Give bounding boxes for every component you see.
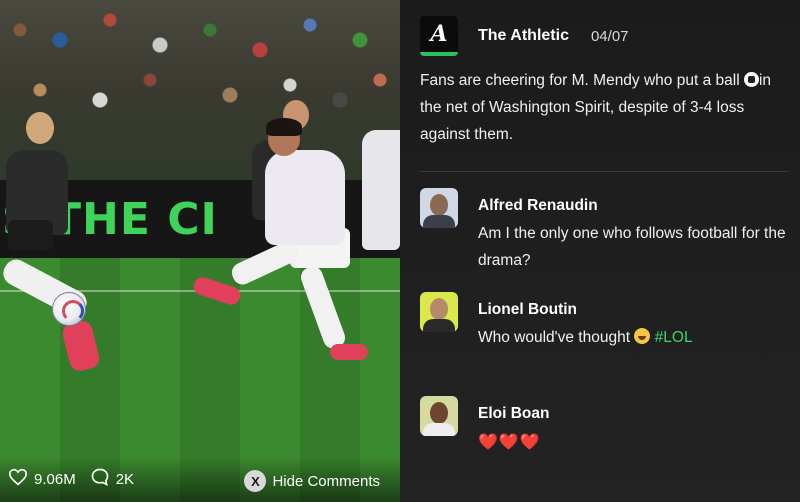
hide-comments-button[interactable]: X Hide Comments: [244, 470, 380, 492]
soccer-ball-icon: [743, 72, 759, 87]
like-stat[interactable]: 9.06M: [8, 468, 76, 490]
comment-item: Eloi Boan ❤️❤️❤️: [420, 396, 798, 455]
avatar-head: [430, 194, 448, 216]
comment-stat[interactable]: 2K: [90, 467, 134, 491]
logo-letter: A: [430, 21, 448, 47]
player-dark-left-shorts: [8, 220, 53, 250]
avatar-shoulders: [423, 319, 455, 332]
player-main-boot: [330, 344, 368, 360]
comment-count: 2K: [115, 470, 135, 488]
x-button-icon: X: [244, 470, 267, 492]
hide-comments-label: Hide Comments: [272, 472, 380, 490]
hashtag-link[interactable]: #LOL: [655, 329, 693, 346]
media-action-bar: 9.06M 2K X Hide Comments: [0, 456, 400, 502]
comment-text: Am I the only one who follows football f…: [478, 225, 786, 269]
football: [52, 292, 86, 326]
comments-panel: A The Athletic 04/07 Fans are cheering f…: [400, 0, 800, 502]
comment-author[interactable]: Alfred Renaudin: [478, 196, 798, 216]
player-main-hair: [266, 118, 302, 136]
post-viewer: S THE CI 9.06M 2K X Hide Comments A The …: [0, 0, 800, 502]
post-date: 04/07: [590, 27, 629, 45]
comment-text: Who would've thought #LOL: [478, 324, 798, 351]
comment-text-part: Who would've thought: [478, 329, 635, 346]
player-main-torso: [265, 150, 345, 245]
comment-author[interactable]: Lionel Boutin: [478, 300, 798, 320]
avatar-shoulders: [423, 423, 455, 436]
player-dark-left-head: [26, 112, 54, 144]
comment-item: Lionel Boutin Who would've thought #LOL: [420, 292, 798, 351]
player-white-right: [362, 130, 400, 250]
post-image[interactable]: S THE CI 9.06M 2K X Hide Comments: [0, 0, 400, 502]
comment-hearts: ❤️❤️❤️: [478, 432, 541, 451]
divider: [420, 171, 788, 172]
post-text-part: Fans are cheering for M. Mendy who put a…: [420, 72, 744, 89]
avatar-head: [430, 402, 448, 424]
like-count: 9.06M: [34, 470, 76, 488]
post-author[interactable]: The Athletic: [478, 27, 569, 45]
the-athletic-logo[interactable]: A: [420, 16, 458, 56]
comment-author[interactable]: Eloi Boan: [478, 404, 798, 424]
avatar-head: [430, 298, 448, 320]
laughing-face-icon: [634, 328, 651, 344]
avatar[interactable]: [420, 292, 458, 332]
avatar-shoulders: [423, 215, 455, 228]
comment-item: Alfred Renaudin Am I the only one who fo…: [420, 188, 798, 274]
avatar[interactable]: [420, 188, 458, 228]
avatar[interactable]: [420, 396, 458, 436]
post-header: A The Athletic 04/07: [420, 16, 629, 56]
post-text: Fans are cheering for M. Mendy who put a…: [420, 67, 792, 148]
comment-bubble-icon[interactable]: [90, 467, 110, 491]
heart-outline-icon[interactable]: [8, 468, 28, 490]
